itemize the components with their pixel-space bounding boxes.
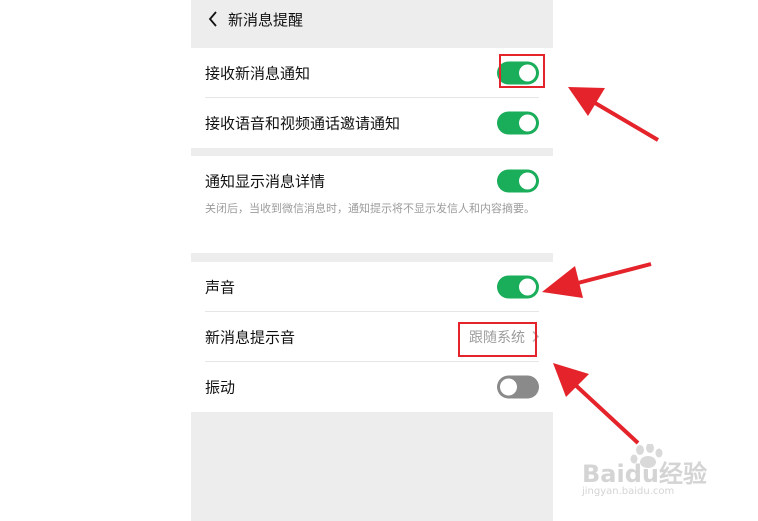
annotation-arrows: [542, 87, 660, 445]
baidu-watermark: Baidu经验 jingyan.baidu.com: [580, 443, 730, 504]
watermark-brand: Baidu经验: [582, 460, 707, 488]
arrow-icon: [568, 87, 660, 142]
watermark-url: jingyan.baidu.com: [582, 486, 675, 497]
arrow-icon: [542, 262, 652, 298]
arrow-icon: [553, 363, 640, 445]
